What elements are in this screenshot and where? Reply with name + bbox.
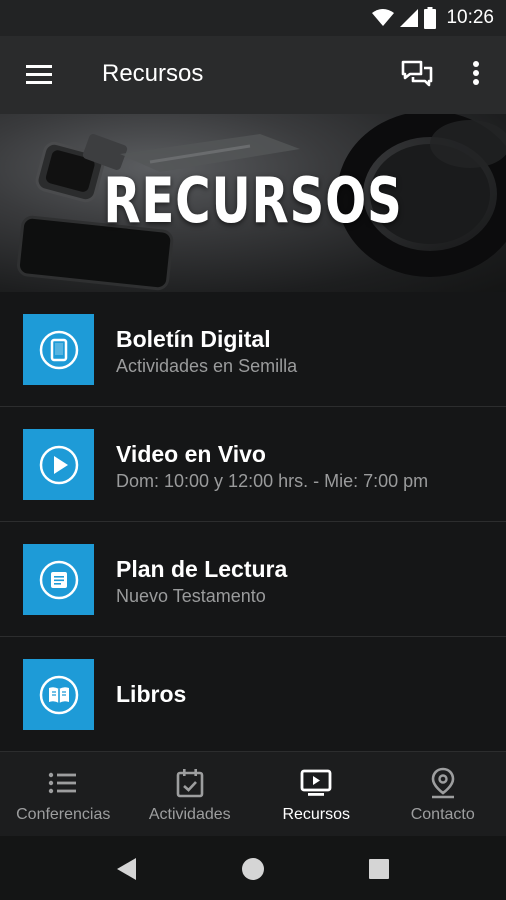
calendar-icon-wrap (174, 766, 206, 800)
plan-tile (23, 544, 94, 615)
list-item-boletin-digital[interactable]: Boletín Digital Actividades en Semilla (0, 292, 506, 407)
hero-banner: RECURSOS (0, 114, 506, 292)
recents-button[interactable] (364, 854, 394, 884)
home-circle-icon (242, 858, 264, 880)
list-icon (49, 772, 77, 794)
tv-play-icon (300, 769, 332, 796)
item-subtitle: Dom: 10:00 y 12:00 hrs. - Mie: 7:00 pm (116, 471, 429, 491)
libros-tile (23, 659, 94, 730)
nav-contacto[interactable]: Contacto (380, 752, 506, 836)
system-navigation-bar (0, 836, 506, 900)
more-options-button[interactable] (464, 56, 488, 90)
nav-label: Contacto (410, 806, 475, 823)
list-item-video-en-vivo[interactable]: Video en Vivo Dom: 10:00 y 12:00 hrs. - … (0, 407, 506, 522)
app-bar-title: Recursos (102, 60, 204, 87)
item-title: Libros (116, 681, 187, 707)
nav-label: Actividades (148, 806, 231, 823)
resource-list: Boletín Digital Actividades en Semilla V… (0, 292, 506, 752)
signal-icon (400, 9, 419, 27)
item-title: Plan de Lectura (116, 556, 288, 582)
nav-recursos[interactable]: Recursos (253, 752, 380, 836)
battery-icon (424, 7, 437, 29)
hamburger-menu-icon (26, 65, 52, 84)
boletin-tile (23, 314, 94, 385)
tablet-icon (39, 330, 78, 369)
more-vert-icon (473, 61, 479, 85)
bottom-navigation: Conferencias Actividades Recursos Contac… (0, 752, 506, 836)
hero-title: RECURSOS (103, 164, 403, 237)
tv-icon-wrap (300, 766, 332, 800)
status-bar: 10:26 (0, 0, 506, 36)
status-icons (372, 7, 437, 29)
menu-button[interactable] (24, 60, 56, 90)
app-bar: Recursos (0, 36, 506, 114)
nav-label: Recursos (282, 806, 351, 823)
item-title: Boletín Digital (116, 326, 271, 352)
status-time: 10:26 (446, 7, 494, 28)
back-button[interactable] (112, 854, 142, 884)
chat-bubbles-icon (401, 60, 433, 87)
nav-conferencias[interactable]: Conferencias (0, 752, 127, 836)
recents-square-icon (369, 859, 389, 879)
location-pin-icon (431, 767, 455, 799)
nav-actividades[interactable]: Actividades (127, 752, 254, 836)
list-icon-wrap (47, 766, 79, 800)
wifi-icon (372, 9, 395, 26)
list-item-libros[interactable]: Libros (0, 637, 506, 752)
nav-label: Conferencias (16, 806, 111, 823)
calendar-check-icon (176, 769, 204, 798)
document-icon (39, 560, 78, 599)
item-title: Video en Vivo (116, 441, 266, 467)
list-item-plan-de-lectura[interactable]: Plan de Lectura Nuevo Testamento (0, 522, 506, 637)
chat-button[interactable] (400, 56, 434, 90)
item-subtitle: Actividades en Semilla (116, 356, 298, 376)
pin-icon-wrap (427, 766, 459, 800)
play-icon (39, 445, 78, 484)
item-subtitle: Nuevo Testamento (116, 586, 266, 606)
video-tile (23, 429, 94, 500)
home-button[interactable] (238, 854, 268, 884)
back-triangle-icon (117, 858, 136, 880)
book-icon (39, 675, 78, 714)
